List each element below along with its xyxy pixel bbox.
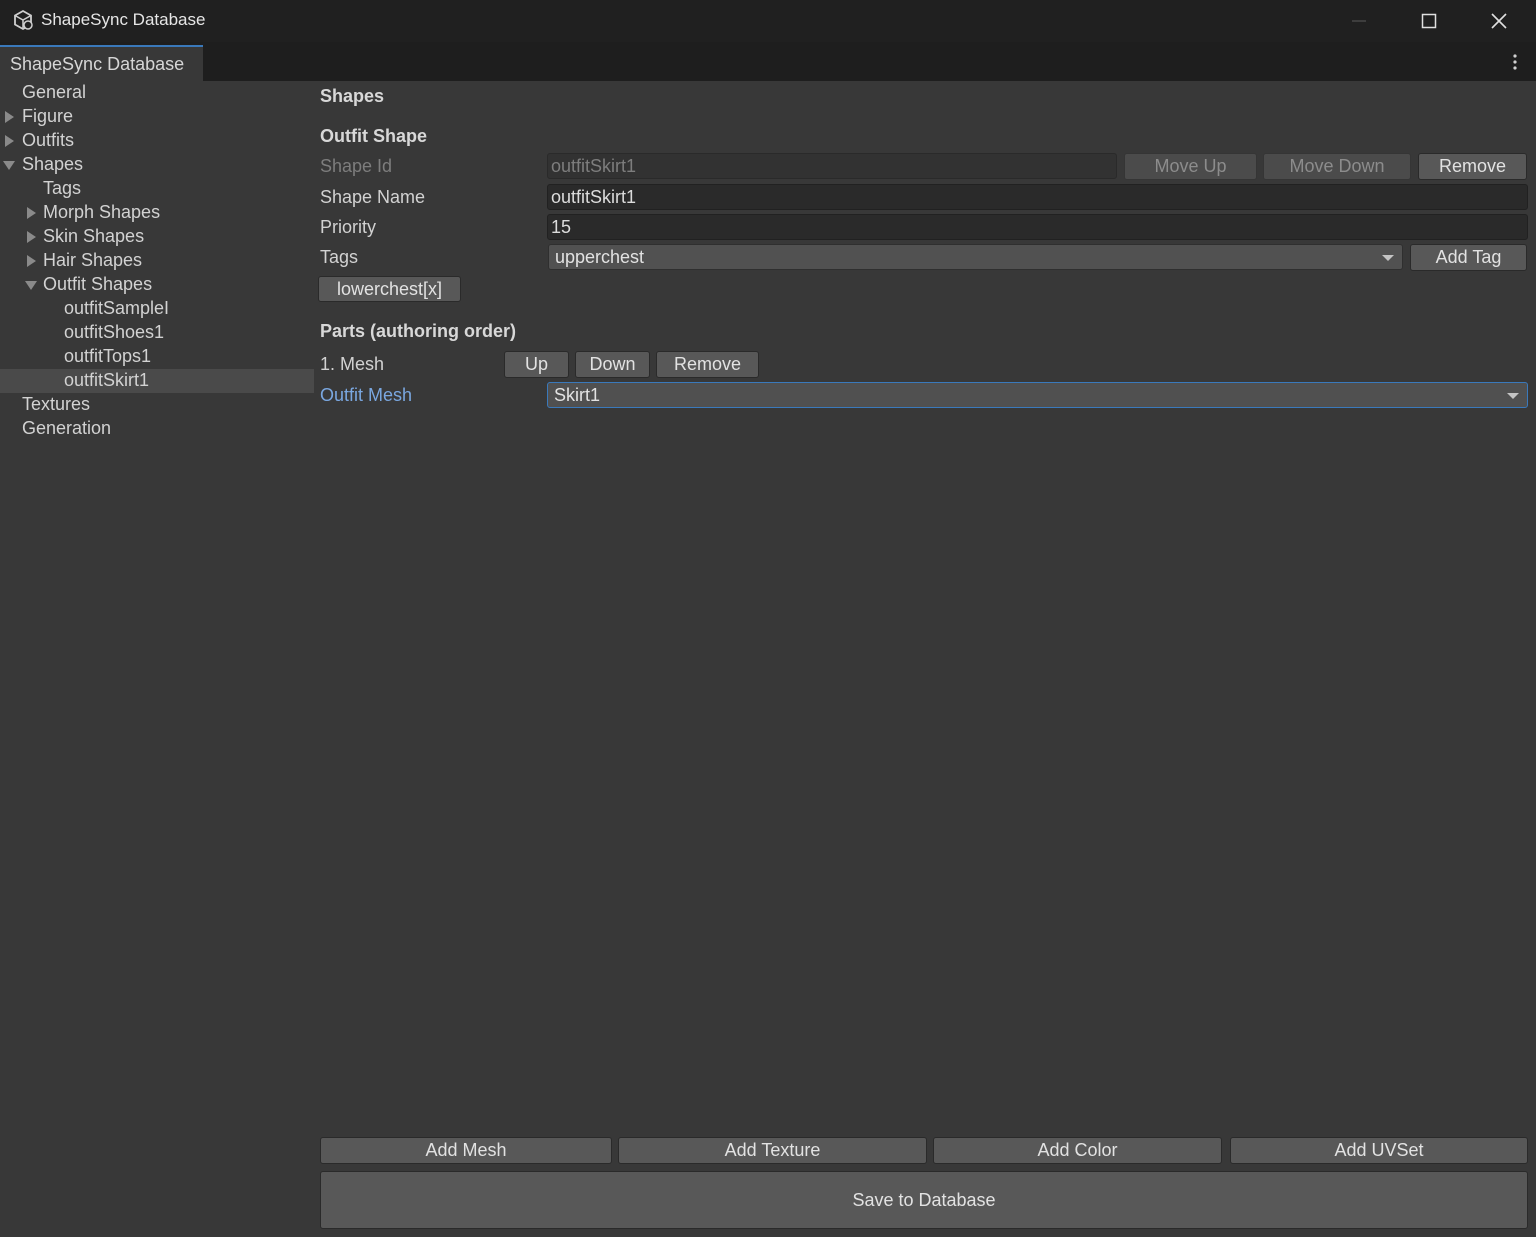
expand-arrow-icon[interactable] xyxy=(27,255,36,267)
minimize-button[interactable] xyxy=(1324,0,1394,42)
tree-item-outfit-skirt1[interactable]: outfitSkirt1 xyxy=(0,369,314,393)
expand-arrow-icon[interactable] xyxy=(5,135,14,147)
tree-item-hair-shapes[interactable]: Hair Shapes xyxy=(0,249,314,273)
tags-dropdown[interactable]: upperchest xyxy=(548,244,1403,270)
tree-item-label: outfitSampleI xyxy=(64,298,170,318)
window-title: ShapeSync Database xyxy=(41,10,206,29)
add-tag-button[interactable]: Add Tag xyxy=(1410,244,1527,271)
add-texture-button[interactable]: Add Texture xyxy=(618,1137,927,1164)
navigation-tree: General Figure Outfits Shapes Tags Morph… xyxy=(0,81,314,1237)
part-remove-button[interactable]: Remove xyxy=(656,351,759,378)
tree-item-label: outfitTops1 xyxy=(64,346,152,366)
tree-item-label: Morph Shapes xyxy=(43,202,161,222)
remove-shape-button[interactable]: Remove xyxy=(1418,153,1527,180)
save-to-database-button[interactable]: Save to Database xyxy=(320,1171,1528,1229)
shape-name-label: Shape Name xyxy=(320,187,426,207)
maximize-button[interactable] xyxy=(1394,0,1464,42)
tree-item-outfit-shapes[interactable]: Outfit Shapes xyxy=(0,273,314,297)
expand-arrow-icon[interactable] xyxy=(27,207,36,219)
subsection-title: Outfit Shape xyxy=(320,126,427,146)
more-options-icon[interactable] xyxy=(1508,51,1522,73)
tree-item-general[interactable]: General xyxy=(0,81,314,105)
title-bar: ShapeSync Database xyxy=(0,0,1536,42)
tags-dropdown-value: upperchest xyxy=(555,247,645,267)
move-down-button[interactable]: Move Down xyxy=(1263,153,1411,180)
part-mesh-label: 1. Mesh xyxy=(320,354,385,374)
add-uvset-button[interactable]: Add UVSet xyxy=(1230,1137,1528,1164)
expand-arrow-icon[interactable] xyxy=(27,231,36,243)
tree-item-tags[interactable]: Tags xyxy=(0,177,314,201)
part-down-button[interactable]: Down xyxy=(575,351,650,378)
collapse-arrow-icon[interactable] xyxy=(3,161,15,170)
maximize-icon xyxy=(1421,13,1437,29)
tree-item-outfit-sample[interactable]: outfitSampleI xyxy=(0,297,314,321)
chevron-down-icon xyxy=(1382,255,1394,261)
parts-title: Parts (authoring order) xyxy=(320,321,517,341)
outfit-mesh-dropdown[interactable]: Skirt1 xyxy=(547,382,1528,408)
tree-item-label: Generation xyxy=(22,418,112,438)
tree-item-skin-shapes[interactable]: Skin Shapes xyxy=(0,225,314,249)
add-mesh-button[interactable]: Add Mesh xyxy=(320,1137,612,1164)
tree-item-label: Outfit Shapes xyxy=(43,274,153,294)
main-panel: Shapes Outfit Shape Shape Id outfitSkirt… xyxy=(314,81,1536,1237)
tree-item-label: outfitSkirt1 xyxy=(64,370,150,390)
collapse-arrow-icon[interactable] xyxy=(25,281,37,290)
tree-item-shapes[interactable]: Shapes xyxy=(0,153,314,177)
move-up-button[interactable]: Move Up xyxy=(1124,153,1257,180)
add-color-button[interactable]: Add Color xyxy=(933,1137,1222,1164)
tree-item-label: Hair Shapes xyxy=(43,250,143,270)
tree-item-figure[interactable]: Figure xyxy=(0,105,314,129)
minimize-icon xyxy=(1352,20,1366,22)
tree-item-outfit-shoes1[interactable]: outfitShoes1 xyxy=(0,321,314,345)
expand-arrow-icon[interactable] xyxy=(5,111,14,123)
tree-item-label: Textures xyxy=(22,394,91,414)
tag-chip-lowerchest[interactable]: lowerchest[x] xyxy=(318,276,461,302)
tree-item-label: Figure xyxy=(22,106,74,126)
tags-label: Tags xyxy=(320,247,359,267)
outfit-mesh-label: Outfit Mesh xyxy=(320,385,413,405)
shape-id-field: outfitSkirt1 xyxy=(547,153,1117,179)
tree-item-label: Tags xyxy=(43,178,82,198)
tree-item-generation[interactable]: Generation xyxy=(0,417,314,441)
tree-item-label: Shapes xyxy=(22,154,84,174)
shape-id-label: Shape Id xyxy=(320,156,393,176)
part-up-button[interactable]: Up xyxy=(504,351,569,378)
tree-item-outfit-tops1[interactable]: outfitTops1 xyxy=(0,345,314,369)
close-button[interactable] xyxy=(1464,0,1534,42)
tab-strip: ShapeSync Database xyxy=(0,42,1536,81)
tree-item-morph-shapes[interactable]: Morph Shapes xyxy=(0,201,314,225)
tree-item-label: outfitShoes1 xyxy=(64,322,165,342)
section-title: Shapes xyxy=(320,86,385,106)
tree-item-textures[interactable]: Textures xyxy=(0,393,314,417)
shape-name-field[interactable]: outfitSkirt1 xyxy=(547,184,1528,210)
tree-item-outfits[interactable]: Outfits xyxy=(0,129,314,153)
tab-shapesync-database[interactable]: ShapeSync Database xyxy=(0,45,203,81)
priority-label: Priority xyxy=(320,217,377,237)
tree-item-label: Outfits xyxy=(22,130,75,150)
tree-item-label: General xyxy=(22,82,87,102)
app-icon xyxy=(14,9,33,31)
chevron-down-icon xyxy=(1507,393,1519,399)
tree-item-label: Skin Shapes xyxy=(43,226,145,246)
close-icon xyxy=(1491,13,1507,29)
outfit-mesh-value: Skirt1 xyxy=(554,385,601,405)
priority-field[interactable]: 15 xyxy=(547,214,1528,240)
